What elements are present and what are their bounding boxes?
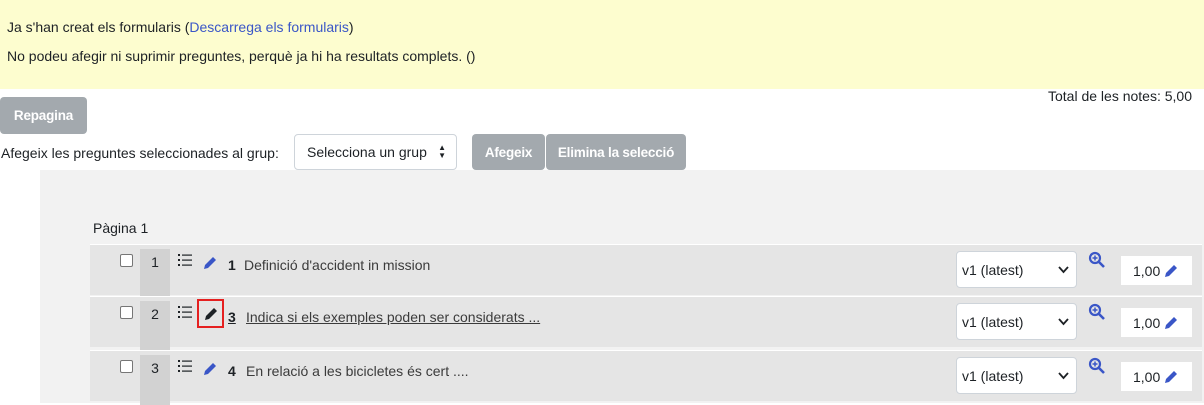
preview-zoom-icon[interactable] — [1088, 357, 1106, 375]
question-checkbox[interactable] — [120, 360, 133, 373]
max-mark-value: 1,00 — [1133, 262, 1161, 279]
add-button[interactable]: Afegeix — [472, 134, 545, 170]
add-to-group-label: Afegeix les preguntes seleccionades al g… — [1, 145, 279, 161]
max-mark[interactable]: 1,00 — [1121, 308, 1192, 337]
question-name-link[interactable]: Indica si els exemples poden ser conside… — [246, 309, 540, 325]
version-select-value: v1 (latest) — [962, 313, 1024, 330]
group-select-value: Selecciona un grup — [307, 144, 427, 160]
version-select[interactable]: v1 (latest) — [956, 251, 1077, 288]
question-number: 4 — [228, 363, 236, 379]
version-select-value: v1 (latest) — [962, 261, 1024, 278]
question-row: 2 3 Indica si els exemples poden ser con… — [90, 296, 1202, 351]
question-checkbox[interactable] — [120, 306, 133, 319]
list-icon[interactable] — [178, 253, 192, 267]
question-slot-number: 1 — [140, 249, 170, 299]
edit-mark-icon[interactable] — [1163, 263, 1179, 279]
question-number[interactable]: 3 — [228, 309, 236, 325]
version-select[interactable]: v1 (latest) — [956, 357, 1077, 394]
edit-pencil-icon[interactable] — [203, 306, 219, 322]
list-icon[interactable] — [178, 305, 192, 319]
question-slot-number: 2 — [140, 301, 170, 351]
question-name: Definició d'accident in mission — [244, 257, 431, 273]
total-marks: Total de les notes: 5,00 — [1048, 88, 1192, 104]
edit-pencil-icon[interactable] — [202, 255, 218, 271]
chevron-down-icon — [1058, 372, 1069, 380]
forms-created-text: Ja s'han creat els formularis ( — [7, 19, 190, 35]
question-row: 1 1 Definició d'accident in mission v1 (… — [90, 244, 1202, 299]
question-number: 1 — [228, 257, 236, 273]
cannot-edit-message: No podeu afegir ni suprimir preguntes, p… — [7, 48, 476, 64]
question-name: En relació a les bicicletes és cert .... — [246, 363, 469, 379]
max-mark-value: 1,00 — [1133, 314, 1161, 331]
select-updown-icon: ▲ ▼ — [438, 143, 446, 160]
edit-mark-icon[interactable] — [1163, 369, 1179, 385]
preview-zoom-icon[interactable] — [1088, 251, 1106, 269]
page-label: Pàgina 1 — [93, 220, 149, 236]
preview-zoom-icon[interactable] — [1088, 303, 1106, 321]
edit-mark-icon[interactable] — [1163, 315, 1179, 331]
notice-banner: Ja s'han creat els formularis (Descarreg… — [0, 0, 1204, 89]
question-row: 3 4 En relació a les bicicletes és cert … — [90, 350, 1202, 405]
question-slot-number: 3 — [140, 355, 170, 405]
list-icon[interactable] — [178, 359, 192, 373]
edit-pencil-icon[interactable] — [202, 361, 218, 377]
remove-selection-button[interactable]: Elimina la selecció — [546, 134, 686, 170]
download-forms-link[interactable]: Descarrega els formularis — [189, 19, 349, 35]
repaginate-button[interactable]: Repagina — [0, 97, 87, 134]
chevron-down-icon — [1058, 266, 1069, 274]
max-mark[interactable]: 1,00 — [1121, 362, 1192, 391]
forms-created-message: Ja s'han creat els formularis (Descarreg… — [7, 19, 354, 35]
edit-question-highlight[interactable] — [197, 299, 224, 328]
version-select-value: v1 (latest) — [962, 367, 1024, 384]
max-mark-value: 1,00 — [1133, 368, 1161, 385]
version-select[interactable]: v1 (latest) — [956, 303, 1077, 340]
chevron-down-icon — [1058, 318, 1069, 326]
group-select[interactable]: Selecciona un grup ▲ ▼ — [294, 134, 457, 170]
max-mark[interactable]: 1,00 — [1121, 256, 1192, 285]
question-checkbox[interactable] — [120, 254, 133, 267]
forms-created-suffix: ) — [348, 19, 354, 35]
